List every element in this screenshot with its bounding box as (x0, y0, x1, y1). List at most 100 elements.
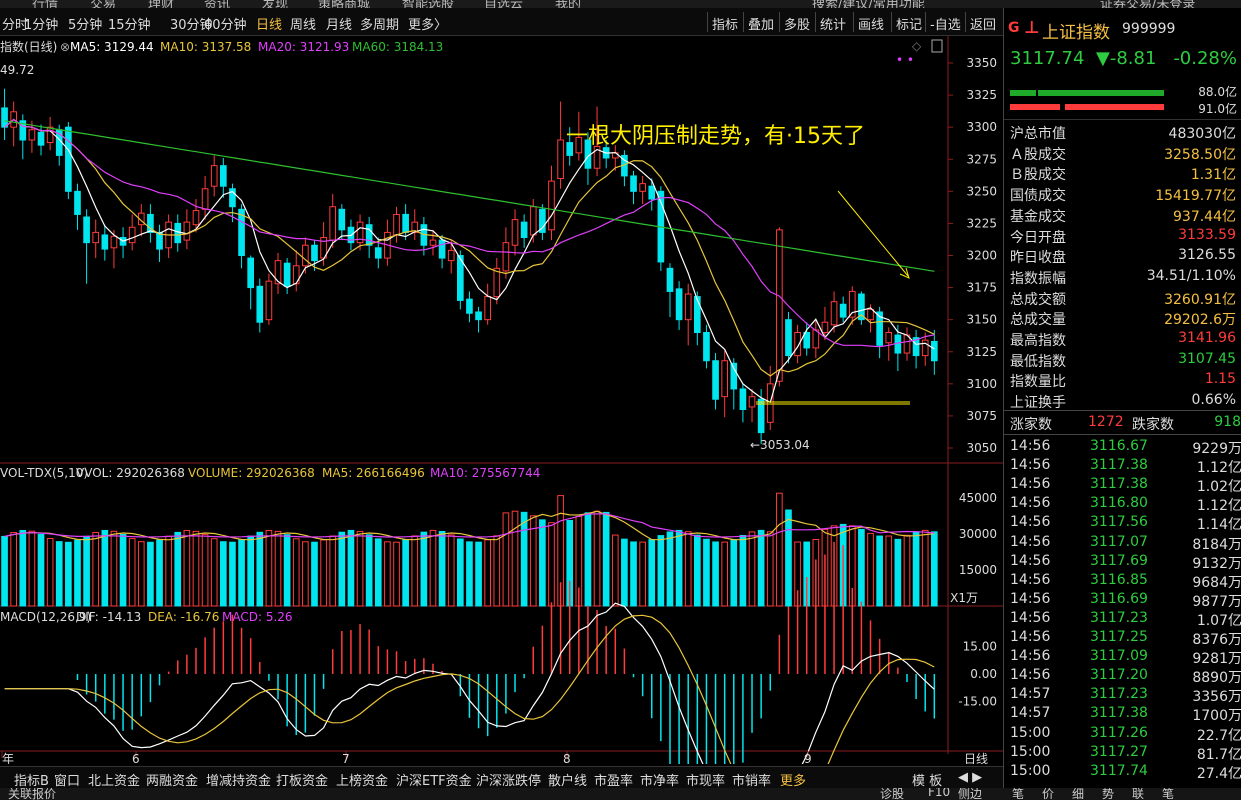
top-nav-item[interactable]: 自选云 (484, 0, 523, 8)
top-nav-item[interactable]: 策略商城 (318, 0, 370, 8)
volume-bar (502, 512, 510, 607)
toolbar-tool-button[interactable]: 统计 (820, 14, 846, 33)
toolbar-tool-button[interactable]: -自选 (930, 14, 961, 33)
status-item[interactable]: 诊股 (880, 788, 904, 800)
divider (1004, 434, 1241, 435)
top-nav-item[interactable]: 行情 (32, 0, 58, 8)
rise-count-label: 涨家数 (1010, 417, 1052, 433)
volume-bar (511, 510, 519, 607)
indicator-tab[interactable]: 散户线 (548, 770, 587, 789)
toolbar-tool-button[interactable]: 返回 (970, 14, 996, 33)
period-tab[interactable]: 周线 (290, 14, 316, 33)
volume-bar (858, 528, 865, 607)
index-name[interactable]: 上证指数 (1042, 18, 1110, 43)
volume-bar (776, 492, 783, 607)
tick-time: 14:57 (1010, 705, 1051, 722)
toolbar-tool-button[interactable]: 画线 (858, 14, 884, 33)
candle-body (694, 296, 701, 334)
volume-bar (931, 531, 938, 607)
period-tab[interactable]: 60分钟 (204, 14, 247, 33)
period-tab[interactable]: 月线 (326, 14, 352, 33)
indicator-tab[interactable]: 市销率 (732, 770, 771, 789)
period-tab[interactable]: 15分钟 (108, 14, 151, 33)
period-tab[interactable]: 5分钟 (68, 14, 102, 33)
volume-bar (302, 541, 309, 607)
candle-body (311, 244, 318, 262)
volume-bar (55, 541, 63, 607)
volume-bar (739, 534, 747, 607)
toolbar-tool-button[interactable]: 多股 (784, 14, 810, 33)
kline-chart-area[interactable]: 指数(日线) MA5: 3129.44 MA10: 3137.58 MA20: 312… (0, 36, 1003, 800)
stat-value: 3141.96 (1178, 330, 1236, 346)
indicator-tab[interactable]: 模 板 (912, 770, 942, 789)
tick-time: 14:56 (1010, 667, 1051, 684)
status-item[interactable]: 侧边 (958, 788, 982, 800)
tick-price: 3117.25 (1090, 629, 1148, 645)
tick-vol: 9229万 (1192, 441, 1241, 457)
volume-bar (602, 511, 610, 607)
indicator-tab[interactable]: 两融资金 (146, 770, 198, 789)
indicator-tab[interactable]: 市现率 (686, 770, 725, 789)
indicator-tab[interactable]: 增减持资金 (206, 770, 271, 789)
indicator-tab[interactable]: 市净率 (640, 770, 679, 789)
divider (1004, 119, 1241, 120)
price-axis-label: 3150 (966, 313, 997, 327)
indicator-tab[interactable]: 沪深ETF资金 (396, 770, 472, 789)
top-nav-item[interactable]: 交易 (90, 0, 116, 8)
volume-bar (265, 529, 273, 607)
top-nav-item[interactable]: 资讯 (204, 0, 230, 8)
period-tab[interactable]: 1分钟 (24, 14, 58, 33)
panel-tab[interactable]: 价 (1042, 788, 1054, 800)
indicator-tab[interactable]: 北上资金 (88, 770, 140, 789)
top-nav-item[interactable]: 智能选股 (402, 0, 454, 8)
period-tab[interactable]: 日线 (256, 14, 282, 33)
indicator-tab[interactable]: 窗口 (54, 770, 80, 789)
time-axis-label: 6 (132, 752, 140, 764)
panel-tab[interactable]: 笔 (1012, 788, 1024, 800)
panel-tab[interactable]: 势 (1102, 788, 1114, 800)
volume-bar (183, 529, 191, 607)
panel-tab[interactable]: 联 (1132, 788, 1144, 800)
top-nav-item[interactable]: 理财 (148, 0, 174, 8)
indicator-tab[interactable]: 沪深涨跌停 (476, 770, 541, 789)
indicator-tab[interactable]: 打板资金 (276, 770, 328, 789)
indicator-tab[interactable]: 市盈率 (594, 770, 633, 789)
kline-chart-svg[interactable]: 指数(日线) MA5: 3129.44 MA10: 3137.58 MA20: 312… (0, 36, 1003, 800)
toolbar-tool-button[interactable]: 叠加 (748, 14, 774, 33)
toolbar-tool-button[interactable]: 指标 (712, 14, 738, 33)
status-item[interactable]: F10 (928, 788, 950, 799)
candle-body (1, 107, 8, 128)
tick-price: 3117.38 (1090, 457, 1148, 474)
top-nav-item[interactable]: 搜索/建议/常用功能 (812, 0, 925, 8)
toolbar-tool-button[interactable]: 标记 (896, 14, 922, 33)
volume-bar (621, 538, 628, 607)
vol-legend-volume: VOLUME: 292026368 (188, 466, 315, 480)
tick-price: 3117.23 (1090, 686, 1148, 703)
volume-bar (192, 530, 200, 607)
period-toolbar: 分时 1分钟 5分钟 15分钟 30分钟 60分钟 日线 周线 月线 多周期 更多〉 指标 叠加 多股 统计… (0, 8, 1003, 36)
top-nav-item[interactable]: 我的 (555, 0, 581, 8)
candle-body (74, 190, 81, 215)
volume-bar (320, 539, 327, 607)
indicator-tab[interactable]: 更多 (780, 770, 806, 789)
stat-row: 今日开盘 3133.59 (1010, 226, 1236, 246)
candle-body (666, 267, 674, 292)
price-change-pct: -0.28% (1173, 48, 1237, 69)
indicator-tab[interactable]: 指标B (14, 770, 49, 789)
top-nav-item[interactable]: 证券交易/未登录 (1100, 0, 1195, 8)
candle-body (712, 360, 719, 400)
panel-tab[interactable]: 笔 (1162, 788, 1174, 800)
stat-row: 最高指数 3141.96 (1010, 329, 1236, 349)
legend-ma5: MA5: 3129.44 (70, 40, 154, 54)
indicator-tab[interactable]: 上榜资金 (336, 770, 388, 789)
period-tab[interactable]: 更多〉 (408, 14, 447, 33)
stat-label: Ｂ股成交 (1010, 167, 1066, 184)
volume-bar (748, 531, 756, 607)
top-nav-item[interactable]: 发现 (262, 0, 288, 8)
period-tab[interactable]: 多周期 (360, 14, 399, 33)
bar-value-2: 91.0亿 (1198, 102, 1237, 116)
candle-body (830, 301, 838, 326)
panel-tab[interactable]: 细 (1072, 788, 1084, 800)
status-item[interactable]: 关联报价 (8, 788, 56, 800)
scroll-arrows-icon[interactable]: ◀ ▶ (958, 770, 982, 785)
